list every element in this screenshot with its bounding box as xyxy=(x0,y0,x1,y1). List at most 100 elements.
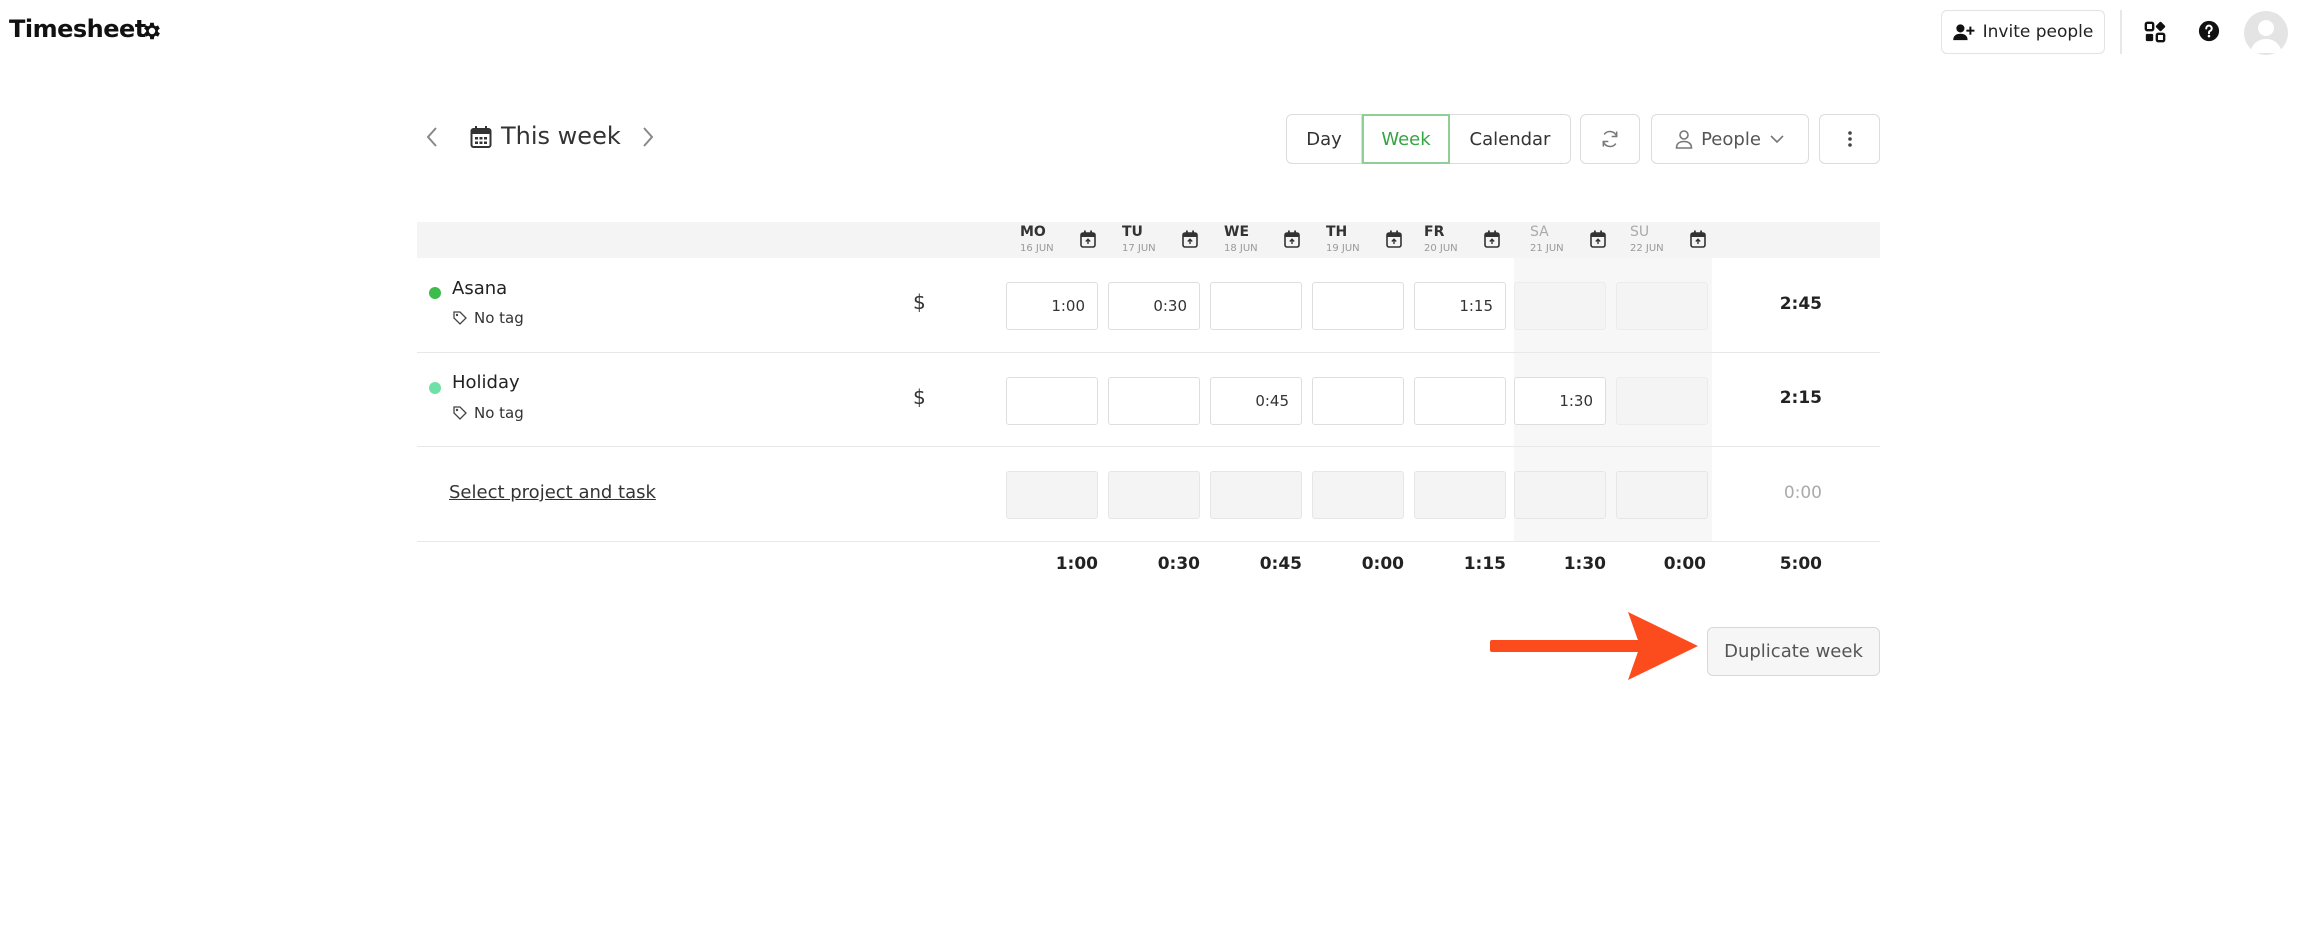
time-entry-cell[interactable] xyxy=(1616,377,1708,425)
view-switcher: Day Week Calendar xyxy=(1286,114,1571,164)
project-color-dot xyxy=(429,287,441,299)
copy-day-calendar-icon[interactable] xyxy=(1182,230,1198,248)
billable-icon[interactable]: $ xyxy=(913,290,926,314)
row-divider xyxy=(417,446,1880,447)
day-date: 19 JUN xyxy=(1326,243,1360,254)
duplicate-week-button[interactable]: Duplicate week xyxy=(1707,627,1880,676)
time-entry-cell[interactable] xyxy=(1312,282,1404,330)
tag-label: No tag xyxy=(474,309,524,327)
time-entry-cell[interactable] xyxy=(1006,377,1098,425)
time-entry-cell[interactable] xyxy=(1616,471,1708,519)
time-entry-cell[interactable] xyxy=(1414,377,1506,425)
row-divider xyxy=(417,541,1880,542)
help-icon[interactable] xyxy=(2198,20,2220,42)
chevron-left-icon[interactable] xyxy=(422,124,444,150)
project-name[interactable]: Asana xyxy=(452,278,507,299)
time-entry-cell[interactable] xyxy=(1616,282,1708,330)
tag-selector[interactable]: No tag xyxy=(452,309,524,327)
day-name: SA xyxy=(1530,224,1549,240)
add-user-icon xyxy=(1952,24,1975,41)
row-total: 2:15 xyxy=(1779,388,1822,408)
tag-selector[interactable]: No tag xyxy=(452,404,524,422)
day-name: TH xyxy=(1326,224,1348,240)
day-header: MO 16 JUN xyxy=(1020,224,1104,258)
row-total: 2:45 xyxy=(1779,294,1822,314)
project-name[interactable]: Holiday xyxy=(452,372,520,393)
row-divider xyxy=(417,352,1880,353)
day-name: WE xyxy=(1224,224,1250,240)
time-entry-cell[interactable]: 0:30 xyxy=(1108,282,1200,330)
divider xyxy=(2120,10,2122,54)
time-entry-cell[interactable]: 1:15 xyxy=(1414,282,1506,330)
chevron-down-icon xyxy=(1770,135,1784,144)
tab-week[interactable]: Week xyxy=(1362,114,1450,164)
copy-day-calendar-icon[interactable] xyxy=(1386,230,1402,248)
time-entry-cell[interactable] xyxy=(1514,471,1606,519)
people-filter-button[interactable]: People xyxy=(1651,114,1809,164)
day-header: WE 18 JUN xyxy=(1224,224,1308,258)
billable-icon[interactable]: $ xyxy=(913,385,926,409)
tag-label: No tag xyxy=(474,404,524,422)
gear-icon[interactable] xyxy=(141,20,163,42)
select-project-link[interactable]: Select project and task xyxy=(449,482,656,503)
tab-day[interactable]: Day xyxy=(1287,115,1362,163)
refresh-icon xyxy=(1602,130,1618,148)
time-entry-cell[interactable] xyxy=(1210,282,1302,330)
people-filter-label: People xyxy=(1701,128,1761,150)
refresh-button[interactable] xyxy=(1580,114,1640,164)
time-entry-cell[interactable] xyxy=(1514,282,1606,330)
time-entry-cell[interactable] xyxy=(1108,471,1200,519)
day-header: FR 20 JUN xyxy=(1424,224,1508,258)
day-header: SA 21 JUN xyxy=(1530,224,1614,258)
more-options-button[interactable] xyxy=(1819,114,1880,164)
day-name: FR xyxy=(1424,224,1445,240)
day-total: 0:00 xyxy=(1361,554,1404,574)
arrow-annotation xyxy=(1490,612,1698,680)
week-range-label[interactable]: This week xyxy=(501,122,621,150)
day-header: TH 19 JUN xyxy=(1326,224,1410,258)
calendar-icon xyxy=(470,126,492,148)
day-date: 18 JUN xyxy=(1224,243,1258,254)
day-name: SU xyxy=(1630,224,1650,240)
time-entry-cell[interactable] xyxy=(1312,377,1404,425)
copy-day-calendar-icon[interactable] xyxy=(1484,230,1500,248)
time-entry-cell[interactable] xyxy=(1108,377,1200,425)
row-total: 0:00 xyxy=(1783,483,1822,503)
copy-day-calendar-icon[interactable] xyxy=(1690,230,1706,248)
day-total: 1:15 xyxy=(1463,554,1506,574)
tab-calendar[interactable]: Calendar xyxy=(1450,115,1570,163)
day-date: 20 JUN xyxy=(1424,243,1458,254)
day-date: 17 JUN xyxy=(1122,243,1156,254)
top-bar: Timesheet Invite people xyxy=(0,0,2298,64)
copy-day-calendar-icon[interactable] xyxy=(1590,230,1606,248)
time-entry-cell[interactable] xyxy=(1210,471,1302,519)
more-vertical-icon xyxy=(1847,131,1852,147)
avatar[interactable] xyxy=(2244,11,2288,55)
time-entry-cell[interactable]: 0:45 xyxy=(1210,377,1302,425)
apps-icon[interactable] xyxy=(2144,21,2166,43)
time-entry-cell[interactable] xyxy=(1414,471,1506,519)
tag-icon xyxy=(453,406,467,420)
copy-day-calendar-icon[interactable] xyxy=(1284,230,1300,248)
time-entry-cell[interactable]: 1:00 xyxy=(1006,282,1098,330)
time-entry-cell[interactable] xyxy=(1312,471,1404,519)
day-date: 22 JUN xyxy=(1630,243,1664,254)
day-date: 16 JUN xyxy=(1020,243,1054,254)
day-name: TU xyxy=(1122,224,1143,240)
day-total: 1:30 xyxy=(1563,554,1606,574)
time-entry-cell[interactable] xyxy=(1006,471,1098,519)
day-date: 21 JUN xyxy=(1530,243,1564,254)
day-total: 0:00 xyxy=(1663,554,1706,574)
page-title: Timesheet xyxy=(9,15,146,43)
project-color-dot xyxy=(429,382,441,394)
day-total: 0:45 xyxy=(1259,554,1302,574)
copy-day-calendar-icon[interactable] xyxy=(1080,230,1096,248)
invite-people-label: Invite people xyxy=(1982,22,2094,42)
time-entry-cell[interactable]: 1:30 xyxy=(1514,377,1606,425)
day-header: SU 22 JUN xyxy=(1630,224,1714,258)
chevron-right-icon[interactable] xyxy=(636,124,658,150)
user-icon xyxy=(1675,130,1693,149)
tag-icon xyxy=(453,311,467,325)
invite-people-button[interactable]: Invite people xyxy=(1941,10,2105,54)
day-header: TU 17 JUN xyxy=(1122,224,1206,258)
